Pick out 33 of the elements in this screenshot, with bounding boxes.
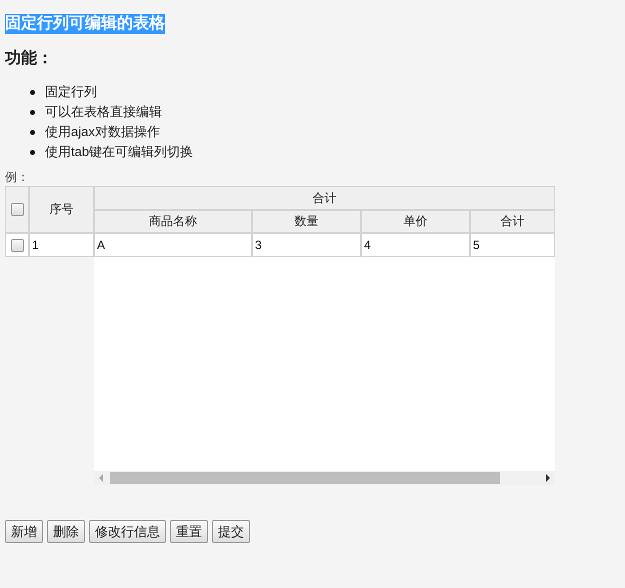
- section-heading: 功能：: [5, 48, 54, 69]
- group-header: 合计: [94, 186, 555, 210]
- column-header: 序号: [29, 186, 94, 233]
- bullet-icon: [30, 130, 35, 134]
- feature-item: 使用ajax对数据操作: [45, 123, 160, 141]
- column-header: 单价: [361, 210, 470, 233]
- select-all-checkbox[interactable]: [10, 203, 24, 216]
- horizontal-scrollbar[interactable]: [94, 471, 555, 485]
- row-checkbox[interactable]: [10, 238, 24, 252]
- bullet-icon: [30, 90, 35, 94]
- action-button[interactable]: 修改行信息: [89, 520, 166, 543]
- action-button[interactable]: 删除: [47, 520, 85, 543]
- table-cell: 1: [29, 233, 94, 257]
- action-button[interactable]: 提交: [212, 520, 250, 543]
- feature-item: 固定行列: [45, 83, 97, 101]
- page-title: 固定行列可编辑的表格: [5, 14, 165, 34]
- action-button[interactable]: 重置: [170, 520, 208, 543]
- column-header: 数量: [252, 210, 361, 233]
- scroll-left-icon[interactable]: [98, 474, 104, 482]
- action-button[interactable]: 新增: [5, 520, 43, 543]
- table-cell: A: [94, 233, 252, 257]
- scroll-thumb[interactable]: [110, 472, 500, 484]
- bullet-icon: [30, 110, 35, 114]
- table-cell: 5: [470, 233, 555, 257]
- scroll-right-icon[interactable]: [545, 474, 551, 482]
- table-cell: 4: [361, 233, 470, 257]
- table-cell: 3: [252, 233, 361, 257]
- bullet-icon: [30, 150, 35, 154]
- feature-item: 可以在表格直接编辑: [45, 103, 162, 121]
- column-header: 商品名称: [94, 210, 252, 233]
- feature-item: 使用tab键在可编辑列切换: [45, 143, 194, 161]
- example-label: 例：: [5, 170, 30, 184]
- column-header: 合计: [470, 210, 555, 233]
